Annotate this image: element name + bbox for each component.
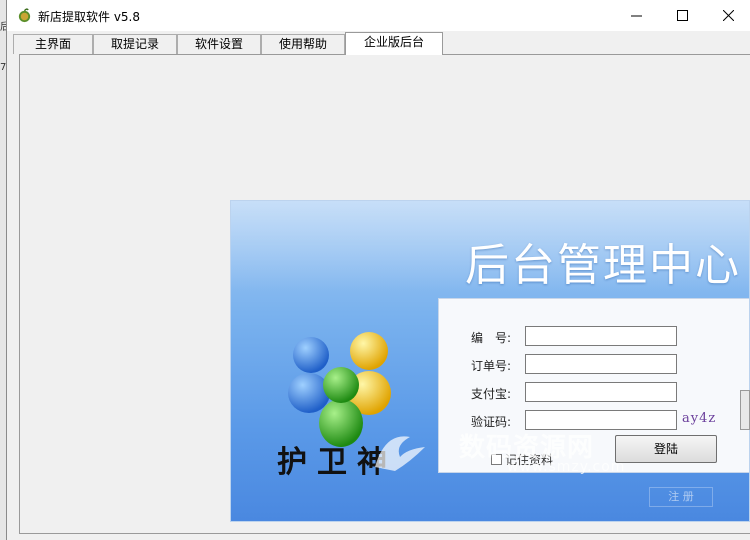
- admin-login-panel: 后台管理中心 护卫神 编 号: 订单号: 支付宝: 验证码: ay4z 记住资料…: [230, 200, 750, 522]
- minimize-icon: [630, 15, 642, 17]
- app-logo-icon: [18, 8, 31, 23]
- close-icon: [722, 10, 734, 21]
- tab-records[interactable]: 取提记录: [93, 34, 177, 54]
- watermark-url: www.smzy.com: [507, 459, 626, 475]
- id-field[interactable]: [525, 326, 677, 346]
- close-button[interactable]: [705, 0, 750, 31]
- background-window-edge: [740, 390, 750, 430]
- tab-help[interactable]: 使用帮助: [261, 34, 345, 54]
- watermark-logo-icon: [375, 436, 425, 471]
- alipay-label: 支付宝:: [471, 387, 512, 401]
- minimize-button[interactable]: [613, 0, 659, 31]
- tab-settings[interactable]: 软件设置: [177, 34, 261, 54]
- panel-title: 后台管理中心: [465, 240, 741, 291]
- register-button[interactable]: 注 册: [649, 487, 713, 507]
- tab-main[interactable]: 主界面: [13, 34, 93, 54]
- window-title: 新店提取软件 v5.8: [38, 10, 141, 24]
- maximize-icon: [676, 10, 688, 21]
- tab-enterprise-admin[interactable]: 企业版后台: [345, 32, 443, 55]
- order-label: 订单号:: [471, 359, 512, 373]
- captcha-image[interactable]: ay4z: [682, 411, 728, 431]
- alipay-field[interactable]: [525, 382, 677, 402]
- id-label: 编 号:: [471, 331, 512, 345]
- title-bar[interactable]: 新店提取软件 v5.8: [7, 0, 750, 31]
- order-number-field[interactable]: [525, 354, 677, 374]
- tab-bar: 主界面 取提记录 软件设置 使用帮助 企业版后台: [13, 32, 750, 55]
- maximize-button[interactable]: [659, 0, 705, 31]
- login-button[interactable]: 登陆: [615, 435, 717, 463]
